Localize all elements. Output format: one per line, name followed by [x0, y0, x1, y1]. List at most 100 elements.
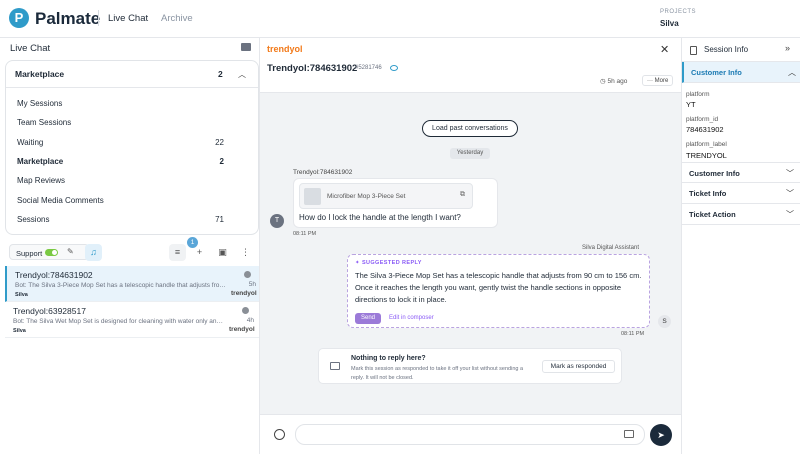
chevron-down-icon: ﹀ [786, 169, 794, 178]
conversation-panel: trendyol Trendyol:784631902 #5281746 ✕ ◷… [260, 38, 681, 454]
add-icon[interactable]: + [191, 244, 208, 261]
section-title: Customer Info [691, 68, 742, 77]
collapse-icon[interactable]: » [785, 43, 790, 53]
session-time: 5h [248, 281, 256, 288]
customer-avatar: T [270, 214, 284, 228]
sidebar-item-social-media-comments[interactable]: Social Media Comments [17, 196, 104, 205]
more-vertical-icon[interactable]: ⋮ [237, 244, 254, 261]
document-icon [690, 46, 697, 55]
suggested-reply-text: The Silva 3-Piece Mop Set has a telescop… [355, 271, 642, 304]
sessions-count: 71 [215, 215, 224, 224]
product-image [304, 188, 321, 205]
assistant-avatar: S [658, 315, 671, 328]
support-toggle[interactable] [45, 249, 58, 256]
field-label: platform_label [686, 141, 727, 148]
field-value: 784631902 [686, 125, 724, 134]
sidebar-item-marketplace[interactable]: Marketplace [17, 157, 63, 166]
send-suggestion-button[interactable]: Send [355, 313, 381, 324]
session-name: Trendyol:784631902 [15, 270, 93, 280]
session-name: Trendyol:63928517 [13, 306, 86, 316]
marketplace-count: 2 [219, 157, 224, 166]
sidebar-item-waiting[interactable]: Waiting [17, 138, 43, 147]
session-id: #5281746 [355, 65, 382, 71]
session-info-panel: Session Info » Customer Info ︿ platform … [681, 38, 800, 454]
projects-label: PROJECTS [660, 9, 697, 15]
session-row[interactable]: Trendyol:63928517 Bot: The Silva Wet Mop… [5, 302, 259, 338]
day-divider: Yesterday [450, 148, 490, 159]
chevron-up-icon[interactable]: ︿ [238, 69, 246, 80]
bell-icon[interactable]: ♫ [85, 244, 102, 261]
chevron-down-icon: ﹀ [786, 210, 794, 219]
load-past-button[interactable]: Load past conversations [422, 120, 518, 137]
message-time: 08:11 PM [621, 331, 645, 337]
filter-toolbar: Support ✎ ♫ ≡ 1 + ▣ ⋮ [9, 237, 255, 262]
stack-icon[interactable]: ▣ [214, 244, 231, 261]
project-selector[interactable]: Silva [660, 19, 679, 28]
top-bar: P Palmate Live Chat Archive PROJECTS Sil… [0, 0, 800, 38]
time-ago-text: 5h ago [607, 78, 628, 85]
support-label: Support [16, 249, 43, 258]
section-ticket-action[interactable]: Ticket Action ﹀ [682, 204, 800, 225]
message-input[interactable] [295, 424, 645, 445]
assistant-name: Silva Digital Assistant [582, 245, 640, 251]
suggested-reply-label-text: SUGGESTED REPLY [361, 260, 422, 266]
customer-message-bubble: Microfiber Mop 3-Piece Set ⧉ How do I lo… [293, 178, 498, 228]
section-title: Ticket Info [689, 189, 727, 198]
filter-sliders-icon[interactable]: ≡ [169, 244, 186, 261]
group-header-marketplace[interactable]: Marketplace 2 ︿ [6, 61, 258, 88]
field-label: platform [686, 91, 710, 98]
template-icon[interactable] [624, 430, 634, 438]
chat-icon[interactable] [241, 43, 251, 51]
mark-as-responded-button[interactable]: Mark as responded [542, 360, 615, 373]
more-button[interactable]: ··· More [642, 75, 674, 86]
nav-live-chat[interactable]: Live Chat [108, 13, 148, 24]
time-ago: ◷ 5h ago [600, 78, 628, 85]
waiting-count: 22 [215, 138, 224, 147]
chevron-up-icon: ︿ [788, 68, 796, 77]
more-label: More [654, 78, 669, 84]
status-dot [244, 271, 251, 278]
session-time: 4h [246, 317, 254, 324]
conversation-header: trendyol Trendyol:784631902 #5281746 ✕ ◷… [260, 38, 681, 93]
product-card[interactable]: Microfiber Mop 3-Piece Set ⧉ [299, 183, 473, 209]
session-info-header: Session Info » [682, 38, 800, 62]
session-agent: Silva [15, 292, 28, 298]
live-chat-sidebar: Live Chat Marketplace 2 ︿ My Sessions Te… [0, 38, 260, 454]
send-icon[interactable]: ➤ [650, 424, 672, 446]
channel-logo-text: trendyol [267, 44, 303, 54]
external-link-icon[interactable]: ⧉ [460, 191, 465, 199]
sidebar-item-map-reviews[interactable]: Map Reviews [17, 176, 65, 185]
section-customer-info[interactable]: Customer Info ︿ [682, 62, 800, 83]
composer: ➤ [260, 414, 681, 454]
status-dot [242, 307, 249, 314]
sidebar-item-my-sessions[interactable]: My Sessions [17, 99, 62, 108]
pencil-icon[interactable]: ✎ [67, 247, 74, 256]
section-ticket-info[interactable]: Ticket Info ﹀ [682, 183, 800, 204]
session-agent: Silva [13, 328, 26, 334]
emoji-icon[interactable] [274, 429, 285, 440]
customer-name: Trendyol:784631902 [293, 169, 353, 176]
session-preview: Bot: The Silva Wet Mop Set is designed f… [13, 318, 225, 325]
palmate-logo-icon: P [9, 8, 29, 28]
edit-in-composer-link[interactable]: Edit in composer [389, 315, 434, 321]
divider [98, 10, 99, 26]
suggested-reply-card: ✦ SUGGESTED REPLY The Silva 3-Piece Mop … [347, 254, 650, 328]
nav-archive[interactable]: Archive [161, 13, 193, 24]
section-customer-info-2[interactable]: Customer Info ﹀ [682, 162, 800, 183]
session-preview: Bot: The Silva 3-Piece Mop Set has a tel… [15, 282, 227, 289]
sidebar-item-sessions[interactable]: Sessions [17, 215, 49, 224]
section-title: Customer Info [689, 169, 740, 178]
session-row[interactable]: Trendyol:784631902 Bot: The Silva 3-Piec… [5, 266, 259, 302]
eye-icon[interactable] [390, 65, 398, 71]
close-icon[interactable]: ✕ [660, 43, 669, 56]
trendyol-logo: trendyol [231, 290, 257, 297]
support-toggle-group: Support ✎ [9, 244, 89, 260]
nothing-title: Nothing to reply here? [351, 355, 426, 362]
message-time: 08:11 PM [293, 231, 317, 237]
sidebar-item-team-sessions[interactable]: Team Sessions [17, 118, 71, 127]
conversation-title: Trendyol:784631902 [267, 63, 358, 74]
group-title: Marketplace [15, 69, 65, 79]
product-title: Microfiber Mop 3-Piece Set [327, 193, 406, 200]
brand-name: Palmate [35, 9, 101, 28]
group-count: 2 [218, 69, 223, 79]
